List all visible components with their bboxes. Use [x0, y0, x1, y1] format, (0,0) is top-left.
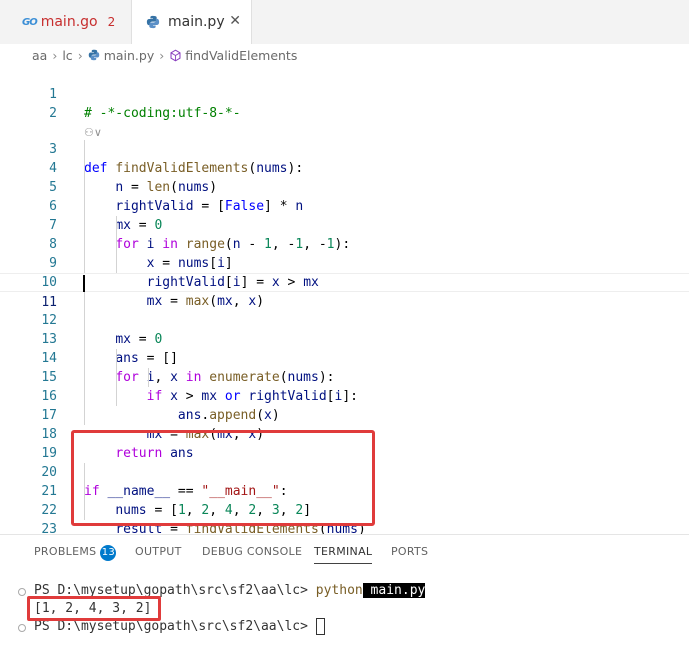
chevron-right-icon: ›	[159, 47, 165, 63]
indent-guide	[84, 140, 85, 273]
code-line: 1 # -*-coding:utf-8-*-	[0, 66, 689, 121]
code-line: 6 mx = 0	[0, 178, 689, 233]
function-symbol-icon	[170, 49, 181, 61]
go-file-icon: GO	[22, 16, 38, 28]
close-icon[interactable]: ✕	[229, 13, 241, 29]
problems-count-badge: 13	[100, 545, 117, 561]
tab-ports[interactable]: PORTS	[391, 545, 428, 558]
terminal-command: python	[315, 583, 363, 598]
command-decoration-icon[interactable]	[18, 588, 26, 596]
annotation-box-output	[27, 596, 161, 621]
python-file-icon	[88, 49, 99, 61]
code-line: 13 ans = []	[0, 311, 689, 366]
text-cursor	[83, 275, 85, 292]
terminal-prompt: PS D:\mysetup\gopath\src\sf2\aa\lc>	[34, 619, 316, 634]
breadcrumb-item-file[interactable]: main.py	[104, 48, 155, 63]
code-line: 18 return ans	[0, 406, 689, 461]
code-line: 9 rightValid[i] = x > mx	[0, 235, 689, 290]
indent-guide	[116, 349, 117, 406]
code-line: 15 if x > mx or rightValid[i]:	[0, 349, 689, 404]
tab-debug-console[interactable]: DEBUG CONSOLE	[202, 545, 302, 558]
chevron-right-icon: ›	[77, 47, 83, 63]
indent-guide	[116, 216, 117, 273]
editor-tab-bar: GO main.go 2 main.py ✕	[0, 0, 689, 45]
breadcrumb-item-aa[interactable]: aa	[32, 48, 47, 63]
code-line: 14 for i, x in enumerate(nums):	[0, 330, 689, 385]
code-line: 8 x = nums[i]	[0, 216, 689, 271]
tab-main-go[interactable]: GO main.go 2	[0, 0, 132, 44]
panel-tab-bar: PROBLEMS 13 OUTPUT DEBUG CONSOLE TERMINAL…	[0, 535, 689, 567]
tab-output[interactable]: OUTPUT	[135, 545, 182, 558]
terminal-cursor	[315, 618, 325, 635]
code-line: 10 mx = max(mx, x)	[0, 254, 689, 309]
code-line: 2	[0, 85, 689, 121]
command-decoration-icon[interactable]	[18, 624, 26, 632]
breadcrumb: aa › lc › main.py › findValidElements	[0, 44, 689, 66]
problem-count-badge: 2	[107, 15, 116, 29]
indent-guide	[84, 292, 85, 425]
breadcrumb-item-symbol[interactable]: findValidElements	[185, 48, 297, 63]
tab-main-py[interactable]: main.py ✕	[132, 0, 252, 44]
code-line: 4 n = len(nums)	[0, 140, 689, 195]
code-line: 7 for i in range(n - 1, -1, -1):	[0, 197, 689, 252]
code-line: 5 rightValid = [False] * n	[0, 159, 689, 214]
python-file-icon	[146, 15, 160, 29]
annotation-box-main-block	[71, 430, 375, 526]
tab-problems[interactable]: PROBLEMS 13	[34, 545, 117, 561]
current-code-line: 11	[0, 273, 689, 310]
tab-label: main.go	[40, 14, 98, 30]
terminal-command-arg: main.py	[362, 583, 426, 598]
code-line: 12 mx = 0	[0, 292, 689, 347]
tab-terminal[interactable]: TERMINAL	[314, 545, 373, 564]
indent-guide	[148, 368, 149, 387]
chevron-right-icon: ›	[52, 47, 58, 63]
breadcrumb-item-lc[interactable]: lc	[62, 48, 72, 63]
code-line: 17 mx = max(mx, x)	[0, 387, 689, 442]
code-line: 16 ans.append(x)	[0, 368, 689, 423]
code-line: 3 def findValidElements(nums):	[0, 121, 689, 176]
tab-label: main.py	[168, 14, 225, 30]
